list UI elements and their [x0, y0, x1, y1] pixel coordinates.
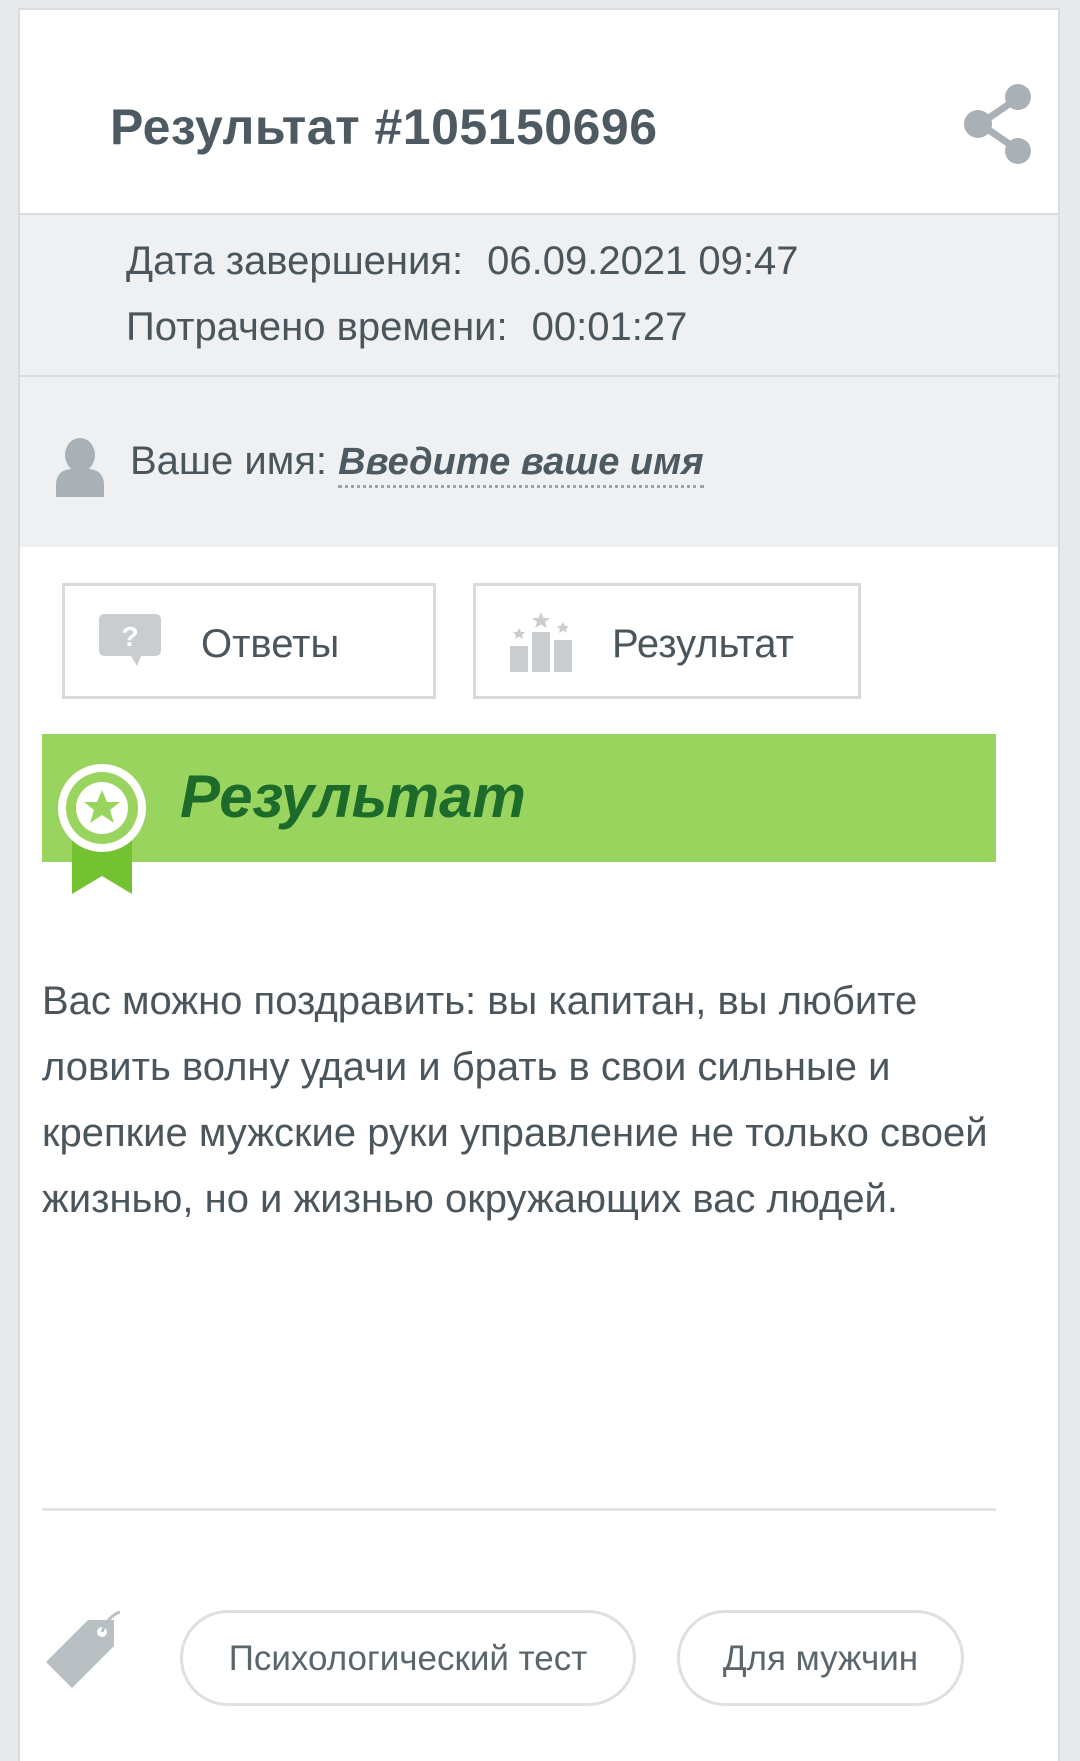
- tag-psych-test[interactable]: Психологический тест: [180, 1610, 636, 1706]
- question-bubble-icon: ?: [99, 614, 161, 666]
- result-button[interactable]: Результат: [473, 583, 861, 699]
- result-banner-title: Результат: [180, 763, 526, 830]
- share-icon[interactable]: [960, 82, 1036, 166]
- enter-name-link[interactable]: Введите ваше имя: [338, 441, 704, 488]
- completion-date-label: Дата завершения:: [126, 239, 464, 283]
- result-meta: Дата завершения: 06.09.2021 09:47 Потраче…: [20, 215, 1058, 377]
- tag-for-men[interactable]: Для мужчин: [677, 1610, 964, 1706]
- award-ribbon-icon: [58, 764, 146, 894]
- time-spent-row: Потрачено времени: 00:01:27: [126, 305, 687, 350]
- divider: [42, 1508, 996, 1511]
- tag-icon: [46, 1610, 121, 1688]
- answers-button-label: Ответы: [201, 622, 340, 666]
- time-spent-label: Потрачено времени:: [126, 305, 508, 349]
- result-button-label: Результат: [612, 622, 794, 666]
- completion-date-row: Дата завершения: 06.09.2021 09:47: [126, 239, 799, 284]
- result-card: Результат #105150696 Дата завершения: 06.…: [18, 8, 1060, 1761]
- user-icon: [56, 438, 104, 497]
- time-spent-value: 00:01:27: [531, 305, 688, 349]
- answers-button[interactable]: ? Ответы: [62, 583, 436, 699]
- podium-stars-icon: [510, 612, 572, 672]
- name-label: Ваше имя:: [130, 439, 327, 483]
- tag-label: Для мужчин: [722, 1639, 919, 1678]
- tag-label: Психологический тест: [228, 1639, 588, 1678]
- name-row: Ваше имя: Введите ваше имя: [20, 377, 1058, 547]
- result-banner: Результат: [42, 734, 996, 862]
- svg-text:?: ?: [121, 621, 138, 652]
- completion-date-value: 06.09.2021 09:47: [487, 239, 799, 283]
- page-title: Результат #105150696: [110, 99, 658, 155]
- name-field: Ваше имя: Введите ваше имя: [130, 439, 704, 488]
- result-header: Результат #105150696: [20, 10, 1058, 215]
- result-description: Вас можно поздравить: вы капитан, вы люб…: [42, 979, 988, 1221]
